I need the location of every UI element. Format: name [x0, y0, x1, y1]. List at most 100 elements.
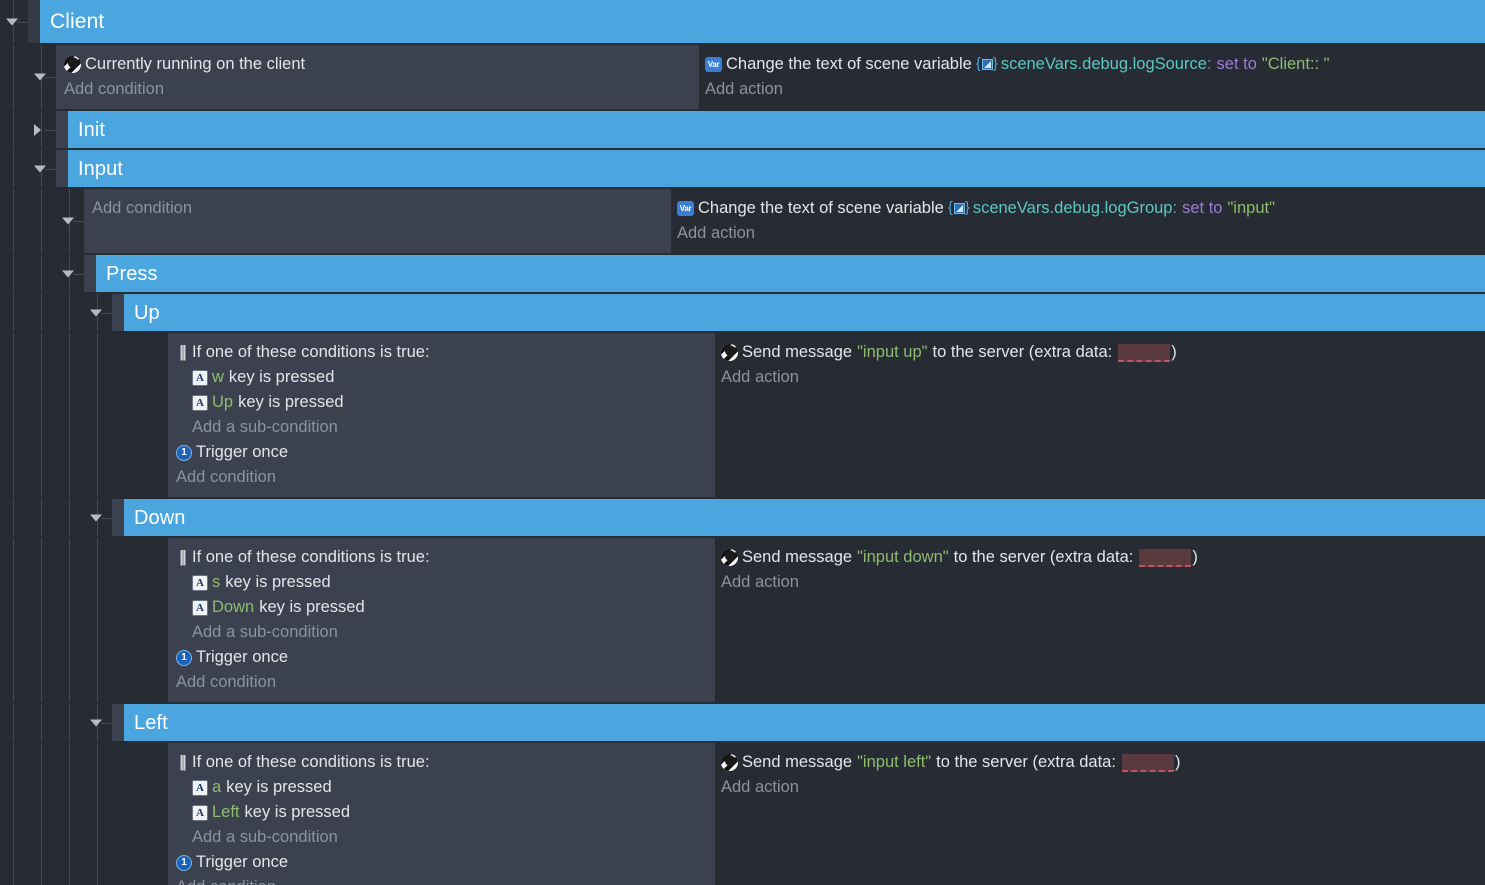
action-send-message[interactable]: Send message "input up" to the server (e…	[721, 340, 1475, 365]
add-condition-link[interactable]: Add condition	[176, 875, 705, 885]
drag-handle-left[interactable]	[112, 704, 124, 741]
group-header-down[interactable]: Down	[124, 499, 1485, 536]
condition-key-pressed[interactable]: A a key is pressed	[176, 775, 705, 800]
add-condition-link[interactable]: Add condition	[64, 77, 689, 102]
condition-suffix: key is pressed	[244, 803, 350, 821]
drag-handle-down[interactable]	[112, 499, 124, 536]
extra-data-field[interactable]	[1121, 753, 1174, 772]
trigger-once-icon: 1	[176, 649, 192, 666]
group-header-client[interactable]: Client	[40, 0, 1485, 43]
toggle-init[interactable]	[34, 123, 41, 136]
condition-trigger-once[interactable]: 1 Trigger once	[176, 850, 705, 875]
add-condition-link[interactable]: Add condition	[176, 670, 705, 695]
action-change-text-scene-var[interactable]: Var Change the text of scene variable {}…	[705, 52, 1475, 77]
actions-panel[interactable]: Var Change the text of scene variable {}…	[671, 189, 1485, 253]
gutter	[0, 499, 112, 536]
drag-handle-input[interactable]	[56, 150, 68, 187]
action-send-message[interactable]: Send message "input down" to the server …	[721, 545, 1475, 570]
condition-key-pressed[interactable]: A Left key is pressed	[176, 800, 705, 825]
actions-panel[interactable]: Send message "input down" to the server …	[715, 538, 1485, 702]
action-end: )	[1174, 753, 1181, 771]
add-action-link[interactable]: Add action	[721, 570, 1475, 595]
network-icon	[721, 754, 738, 771]
group-header-init[interactable]: Init	[68, 111, 1485, 148]
conditions-panel[interactable]: Currently running on the client Add cond…	[56, 45, 699, 109]
extra-data-field[interactable]	[1118, 343, 1171, 362]
condition-key-pressed[interactable]: A w key is pressed	[176, 365, 705, 390]
key-name: a	[212, 778, 222, 796]
condition-suffix: key is pressed	[225, 573, 331, 591]
key-name: Up	[212, 393, 234, 411]
gutter	[0, 294, 112, 331]
action-variable: sceneVars.debug.logGroup	[972, 199, 1173, 217]
toggle-client-root-event[interactable]	[34, 73, 46, 81]
group-header-press[interactable]: Press	[96, 255, 1485, 292]
add-sub-condition-link[interactable]: Add a sub-condition	[176, 620, 705, 645]
condition-suffix: key is pressed	[228, 368, 335, 386]
toggle-input[interactable]	[34, 165, 46, 172]
action-prefix: Send message	[742, 548, 853, 566]
conditions-panel[interactable]: || If one of these conditions is true: A…	[168, 743, 715, 885]
trigger-once-icon: 1	[176, 444, 192, 461]
actions-panel[interactable]: Var Change the text of scene variable {}…	[699, 45, 1485, 109]
condition-key-pressed[interactable]: A s key is pressed	[176, 570, 705, 595]
condition-suffix: key is pressed	[238, 393, 344, 411]
actions-panel[interactable]: Send message "input left" to the server …	[715, 743, 1485, 885]
group-header-input[interactable]: Input	[68, 150, 1485, 187]
drag-handle-up[interactable]	[112, 294, 124, 331]
indent-1	[28, 294, 56, 331]
condition-trigger-once[interactable]: 1 Trigger once	[176, 440, 705, 465]
condition-or-header[interactable]: || If one of these conditions is true:	[176, 545, 705, 570]
drag-handle-client[interactable]	[28, 0, 40, 43]
add-condition-link[interactable]: Add condition	[176, 465, 705, 490]
add-sub-condition-link[interactable]: Add a sub-condition	[176, 415, 705, 440]
add-condition-link[interactable]: Add condition	[92, 196, 661, 221]
group-title: Left	[134, 711, 168, 734]
toggle-client[interactable]	[6, 18, 18, 25]
keyboard-icon: A	[192, 599, 208, 616]
conditions-panel[interactable]: || If one of these conditions is true: A…	[168, 333, 715, 497]
condition-key-pressed[interactable]: A Down key is pressed	[176, 595, 705, 620]
action-send-message[interactable]: Send message "input left" to the server …	[721, 750, 1475, 775]
drag-handle-press[interactable]	[84, 255, 96, 292]
drag-handle-init[interactable]	[56, 111, 68, 148]
add-action-link[interactable]: Add action	[721, 775, 1475, 800]
or-label: If one of these conditions is true:	[192, 343, 430, 361]
action-prefix: Change the text of scene variable	[698, 199, 944, 217]
indent-0	[0, 743, 28, 885]
toggle-left[interactable]	[90, 719, 102, 726]
indent-0	[0, 150, 28, 187]
actions-panel[interactable]: Send message "input up" to the server (e…	[715, 333, 1485, 497]
variable-icon: Var	[677, 201, 694, 216]
add-action-link[interactable]: Add action	[677, 221, 1475, 246]
extra-data-field[interactable]	[1139, 548, 1192, 567]
action-mid: to the server (extra data:	[936, 753, 1116, 771]
add-sub-condition-link[interactable]: Add a sub-condition	[176, 825, 705, 850]
conditions-panel[interactable]: || If one of these conditions is true: A…	[168, 538, 715, 702]
toggle-up[interactable]	[90, 309, 102, 316]
condition-trigger-once[interactable]: 1 Trigger once	[176, 645, 705, 670]
indent-1	[28, 538, 56, 702]
toggle-press[interactable]	[62, 270, 74, 277]
variable-icon: Var	[705, 57, 722, 72]
action-change-text-scene-var[interactable]: Var Change the text of scene variable {}…	[677, 196, 1475, 221]
indent-1	[28, 150, 56, 187]
condition-key-pressed[interactable]: A Up key is pressed	[176, 390, 705, 415]
action-operator: set to	[1182, 199, 1223, 217]
conditions-panel[interactable]: Add condition	[84, 189, 671, 253]
toggle-input-root-event[interactable]	[62, 217, 74, 225]
add-action-link[interactable]: Add action	[721, 365, 1475, 390]
add-action-link[interactable]: Add action	[705, 77, 1475, 102]
indent-2	[56, 189, 84, 253]
gutter	[0, 255, 84, 292]
action-prefix: Send message	[742, 753, 853, 771]
toggle-down[interactable]	[90, 514, 102, 521]
condition-or-header[interactable]: || If one of these conditions is true:	[176, 750, 705, 775]
group-header-up[interactable]: Up	[124, 294, 1485, 331]
action-mid: to the server (extra data:	[932, 343, 1113, 361]
condition-or-header[interactable]: || If one of these conditions is true:	[176, 340, 705, 365]
event: || If one of these conditions is true: A…	[168, 333, 1485, 497]
group-header-left[interactable]: Left	[124, 704, 1485, 741]
condition-running-on-client[interactable]: Currently running on the client	[64, 52, 689, 77]
event-sheet: Client Currently running on the client A…	[0, 0, 1485, 885]
